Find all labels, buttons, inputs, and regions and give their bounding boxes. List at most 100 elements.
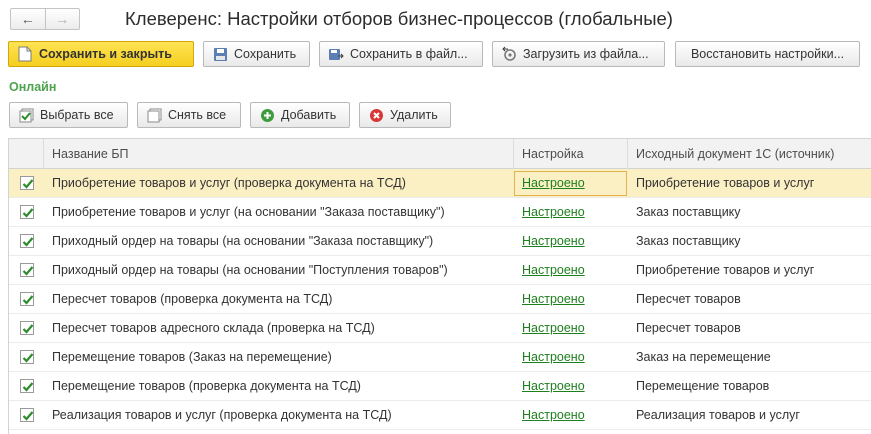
load-from-file-label: Загрузить из файла... (523, 47, 649, 61)
header-setting[interactable]: Настройка (514, 139, 628, 169)
table-row[interactable]: Приобретение товаров и услуг (проверка д… (9, 169, 871, 198)
row-setting: Настроено (514, 343, 628, 372)
row-setting: Настроено (514, 198, 628, 227)
document-icon (17, 46, 33, 62)
row-checkbox[interactable] (20, 176, 34, 190)
header-checkbox-column (9, 139, 44, 169)
business-process-table: Название БП Настройка Исходный документ … (8, 138, 871, 434)
select-all-button[interactable]: Выбрать все (9, 102, 128, 128)
arrow-right-icon: → (55, 11, 70, 27)
setting-link[interactable]: Настроено (522, 292, 585, 306)
checkmark-icon (22, 295, 34, 305)
row-source: Реализация товаров и услуг (636, 408, 800, 422)
row-name: Перемещение товаров (Заказ на перемещени… (52, 350, 332, 364)
navigation-buttons: ← → (10, 8, 80, 30)
save-to-file-icon (328, 46, 344, 62)
row-name: Приходный ордер на товары (на основании … (52, 263, 448, 277)
row-source: Пересчет товаров (636, 292, 741, 306)
select-all-label: Выбрать все (40, 108, 114, 122)
row-name: Пересчет товаров (проверка документа на … (52, 292, 333, 306)
row-checkbox[interactable] (20, 379, 34, 393)
setting-link[interactable]: Настроено (522, 408, 585, 422)
row-name: Пересчет товаров адресного склада (прове… (52, 321, 375, 335)
load-from-file-button[interactable]: Загрузить из файла... (492, 41, 665, 67)
table-row[interactable]: Приходный ордер на товары (на основании … (9, 256, 871, 285)
row-name: Приходный ордер на товары (на основании … (52, 234, 434, 248)
table-row[interactable]: Приходный ордер на товары (на основании … (9, 227, 871, 256)
load-from-file-icon (501, 46, 517, 62)
row-source: Приобретение товаров и услуг (636, 176, 815, 190)
row-checkbox[interactable] (20, 234, 34, 248)
restore-settings-label: Восстановить настройки... (690, 47, 845, 61)
row-checkbox[interactable] (20, 263, 34, 277)
setting-link[interactable]: Настроено (522, 205, 585, 219)
setting-link[interactable]: Настроено (522, 350, 585, 364)
delete-label: Удалить (390, 108, 438, 122)
delete-button[interactable]: Удалить (359, 102, 451, 128)
setting-link[interactable]: Настроено (522, 379, 585, 393)
setting-link[interactable]: Настроено (522, 263, 585, 277)
row-checkbox[interactable] (20, 408, 34, 422)
save-and-close-button[interactable]: Сохранить и закрыть (8, 41, 194, 67)
row-source: Пересчет товаров (636, 321, 741, 335)
checkmark-icon (22, 179, 34, 189)
checkmark-icon (22, 353, 34, 363)
table-row[interactable]: Реализация товаров и услуг (проверка док… (9, 401, 871, 430)
save-label: Сохранить (234, 47, 297, 61)
setting-link[interactable]: Настроено (522, 321, 585, 335)
back-button[interactable]: ← (11, 9, 46, 29)
uncheck-all-icon (146, 107, 162, 123)
checkmark-icon (22, 411, 34, 421)
save-button[interactable]: Сохранить (203, 41, 310, 67)
plus-circle-icon (259, 107, 275, 123)
checkmark-icon (22, 324, 34, 334)
checkmark-icon (22, 266, 34, 276)
setting-link[interactable]: Настроено (522, 234, 585, 248)
table-row[interactable]: Пересчет товаров адресного склада (прове… (9, 314, 871, 343)
add-button[interactable]: Добавить (250, 102, 350, 128)
table-row[interactable]: Пересчет товаров (проверка документа на … (9, 285, 871, 314)
table-header: Название БП Настройка Исходный документ … (9, 139, 871, 169)
row-source: Приобретение товаров и услуг (636, 263, 815, 277)
row-name: Приобретение товаров и услуг (на основан… (52, 205, 445, 219)
row-setting: Настроено (514, 401, 628, 430)
row-setting: Настроено (514, 169, 628, 198)
table-row[interactable]: Перемещение товаров (Заказ на перемещени… (9, 343, 871, 372)
add-label: Добавить (281, 108, 337, 122)
deselect-all-button[interactable]: Снять все (137, 102, 241, 128)
row-source: Перемещение товаров (636, 379, 770, 393)
checkmark-icon (22, 208, 34, 218)
row-setting: Настроено (514, 314, 628, 343)
save-to-file-label: Сохранить в файл... (350, 47, 468, 61)
row-name: Реализация товаров и услуг (проверка док… (52, 408, 392, 422)
row-name: Приобретение товаров и услуг (проверка д… (52, 176, 406, 190)
row-source: Заказ поставщику (636, 234, 741, 248)
table-row[interactable]: Перемещение товаров (проверка документа … (9, 372, 871, 401)
row-name: Перемещение товаров (проверка документа … (52, 379, 361, 393)
forward-button[interactable]: → (46, 9, 80, 29)
row-checkbox[interactable] (20, 350, 34, 364)
table-row[interactable]: Приобретение товаров и услуг (на основан… (9, 198, 871, 227)
restore-settings-button[interactable]: Восстановить настройки... (675, 41, 860, 67)
delete-circle-icon (368, 107, 384, 123)
checkmark-icon (22, 237, 34, 247)
save-to-file-button[interactable]: Сохранить в файл... (319, 41, 483, 67)
arrow-left-icon: ← (20, 11, 35, 27)
header-name[interactable]: Название БП (44, 139, 514, 169)
header-source[interactable]: Исходный документ 1С (источник) (628, 139, 871, 169)
row-source: Заказ поставщику (636, 205, 741, 219)
row-setting: Настроено (514, 285, 628, 314)
row-checkbox[interactable] (20, 205, 34, 219)
save-and-close-label: Сохранить и закрыть (39, 47, 172, 61)
check-all-icon (18, 107, 34, 123)
row-checkbox[interactable] (20, 321, 34, 335)
setting-link[interactable]: Настроено (522, 176, 585, 190)
online-status: Онлайн (9, 80, 57, 94)
title-bar: ← → Клеверенс: Настройки отборов бизнес-… (0, 0, 871, 38)
row-source: Заказ на перемещение (636, 350, 771, 364)
row-setting: Настроено (514, 372, 628, 401)
window-title: Клеверенс: Настройки отборов бизнес-проц… (125, 8, 673, 29)
row-setting: Настроено (514, 227, 628, 256)
row-checkbox[interactable] (20, 292, 34, 306)
floppy-disk-icon (212, 46, 228, 62)
